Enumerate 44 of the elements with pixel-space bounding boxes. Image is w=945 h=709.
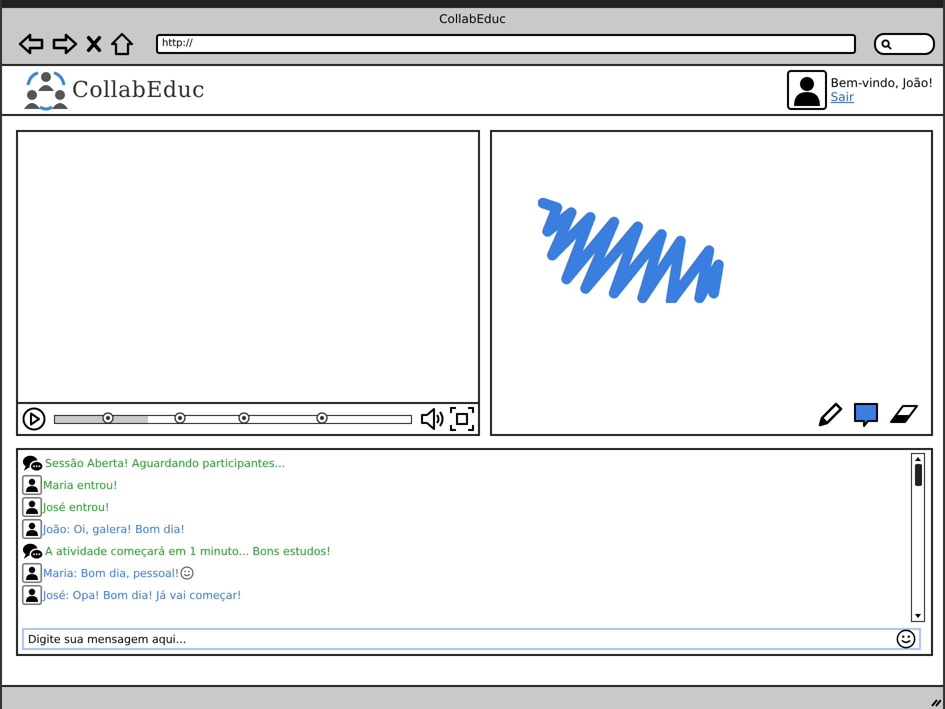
play-icon[interactable] (22, 407, 46, 431)
chat-message: A atividade começará em 1 minuto... Bons estudos! (45, 544, 331, 558)
marker-icon[interactable] (238, 412, 250, 424)
scroll-thumb[interactable] (914, 464, 922, 486)
user-avatar-icon (22, 497, 42, 517)
forward-icon[interactable] (52, 33, 78, 55)
address-field[interactable]: http:// (156, 34, 856, 54)
back-icon[interactable] (18, 33, 44, 55)
chat-message: Maria entrou! (43, 478, 118, 492)
search-icon (881, 38, 892, 50)
marker-icon[interactable] (174, 412, 186, 424)
smiley-icon[interactable] (896, 629, 916, 649)
close-icon[interactable] (86, 34, 102, 54)
chat-message: Maria: Bom dia, pessoal! (43, 566, 180, 580)
sticky-note-icon[interactable] (853, 402, 879, 428)
home-icon[interactable] (110, 32, 134, 56)
chat-bubbles-icon (22, 454, 44, 472)
search-field[interactable] (874, 33, 935, 55)
user-avatar-icon (786, 70, 827, 110)
chat-message: Sessão Aberta! Aguardando participantes... (45, 456, 286, 470)
user-avatar-icon (22, 519, 42, 539)
people-sync-icon (22, 69, 70, 111)
chat-bubbles-icon (22, 542, 44, 560)
marker-icon[interactable] (316, 412, 328, 424)
logout-link[interactable]: Sair (830, 90, 933, 104)
eraser-icon[interactable] (889, 402, 919, 426)
whiteboard[interactable] (490, 130, 933, 436)
greeting-text: Bem-vindo, João! (830, 76, 933, 90)
window-title: CollabEduc (438, 11, 507, 26)
speaker-icon[interactable] (420, 407, 446, 431)
smiley-icon (180, 566, 194, 580)
chat-message: José: Opa! Bom dia! Já vai começar! (43, 588, 242, 602)
progress-track[interactable] (54, 414, 412, 424)
marker-icon[interactable] (102, 412, 114, 424)
chat-message: José entrou! (43, 500, 110, 514)
chat-message: João: Oi, galera! Bom dia! (43, 522, 185, 536)
user-avatar-icon (22, 585, 42, 605)
logo-text: CollabEduc (72, 78, 205, 102)
user-avatar-icon (22, 563, 42, 583)
fullscreen-icon[interactable] (450, 407, 474, 431)
pencil-icon[interactable] (817, 402, 843, 428)
user-avatar-icon (22, 475, 42, 495)
message-input-field[interactable]: Digite sua mensagem aqui... (22, 628, 921, 650)
scrollbar[interactable] (911, 453, 925, 622)
